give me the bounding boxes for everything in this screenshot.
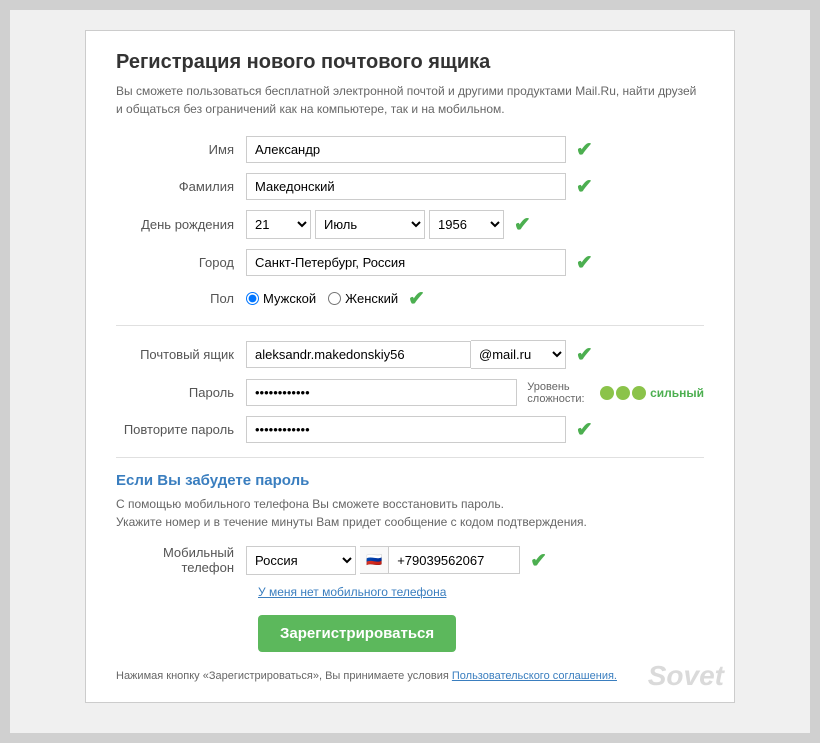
divider-1: [116, 325, 704, 326]
gender-options: Мужской Женский: [246, 291, 398, 306]
gender-male-option[interactable]: Мужской: [246, 291, 316, 306]
mobile-check-icon: ✔: [530, 548, 547, 573]
dob-label: День рождения: [116, 217, 246, 232]
password-repeat-check-icon: ✔: [576, 417, 593, 442]
surname-label: Фамилия: [116, 179, 246, 194]
city-label: Город: [116, 255, 246, 270]
password-repeat-label: Повторите пароль: [116, 422, 246, 437]
surname-check-icon: ✔: [576, 174, 593, 199]
email-label: Почтовый ящик: [116, 347, 246, 362]
name-input[interactable]: [246, 136, 566, 163]
recovery-title: Если Вы забудете пароль: [116, 472, 704, 489]
gender-female-radio[interactable]: [328, 292, 341, 305]
page-subtitle: Вы сможете пользоваться бесплатной элект…: [116, 82, 704, 118]
complexity-icon-3: [632, 386, 646, 400]
form-container: Регистрация нового почтового ящика Вы см…: [85, 30, 735, 703]
register-button[interactable]: Зарегистрироваться: [258, 615, 456, 652]
page-wrapper: Регистрация нового почтового ящика Вы см…: [10, 10, 810, 733]
gender-label: Пол: [116, 291, 246, 306]
gender-row: Пол Мужской Женский ✔: [116, 286, 704, 311]
email-domain-select[interactable]: @mail.ru @bk.ru @inbox.ru @list.ru: [471, 340, 566, 369]
complexity-icon-2: [616, 386, 630, 400]
dob-month-select[interactable]: Июль: [315, 210, 425, 239]
gender-male-label: Мужской: [263, 291, 316, 306]
dob-year-select[interactable]: 1956: [429, 210, 504, 239]
email-check-icon: ✔: [576, 342, 593, 367]
mobile-number-input[interactable]: [389, 548, 519, 573]
mobile-label: Мобильный телефон: [116, 545, 246, 575]
mobile-number-group: 🇷🇺: [360, 546, 520, 574]
city-check-icon: ✔: [576, 250, 593, 275]
password-input[interactable]: [246, 379, 517, 406]
divider-2: [116, 457, 704, 458]
password-repeat-row: Повторите пароль ✔: [116, 416, 704, 443]
city-input[interactable]: [246, 249, 566, 276]
complexity-label: Уровень сложности:: [527, 381, 596, 405]
recovery-desc: С помощью мобильного телефона Вы сможете…: [116, 495, 704, 531]
complexity-strength-label: сильный: [650, 386, 704, 400]
complexity-icons: [600, 386, 646, 400]
surname-row: Фамилия ✔: [116, 173, 704, 200]
surname-input[interactable]: [246, 173, 566, 200]
email-input-group: @mail.ru @bk.ru @inbox.ru @list.ru: [246, 340, 566, 369]
page-title: Регистрация нового почтового ящика: [116, 51, 704, 74]
name-check-icon: ✔: [576, 137, 593, 162]
no-phone-link[interactable]: У меня нет мобильного телефона: [258, 585, 704, 599]
mobile-flag-prefix: 🇷🇺: [360, 547, 389, 573]
dob-check-icon: ✔: [514, 212, 531, 237]
dob-day-select[interactable]: 21: [246, 210, 311, 239]
mobile-input-group: Россия 🇷🇺: [246, 546, 520, 575]
mobile-flag-icon: 🇷🇺: [366, 552, 382, 568]
password-row: Пароль Уровень сложности: сильный: [116, 379, 704, 406]
mobile-row: Мобильный телефон Россия 🇷🇺 ✔: [116, 545, 704, 575]
mobile-country-select[interactable]: Россия: [246, 546, 356, 575]
gender-check-icon: ✔: [408, 286, 425, 311]
terms-prefix: Нажимая кнопку «Зарегистрироваться», Вы …: [116, 670, 449, 682]
name-label: Имя: [116, 142, 246, 157]
complexity-icon-1: [600, 386, 614, 400]
password-label: Пароль: [116, 385, 246, 400]
gender-female-option[interactable]: Женский: [328, 291, 398, 306]
dob-inputs: 21 Июль 1956: [246, 210, 504, 239]
email-row: Почтовый ящик @mail.ru @bk.ru @inbox.ru …: [116, 340, 704, 369]
password-repeat-input[interactable]: [246, 416, 566, 443]
name-row: Имя ✔: [116, 136, 704, 163]
dob-row: День рождения 21 Июль 1956 ✔: [116, 210, 704, 239]
terms-text: Нажимая кнопку «Зарегистрироваться», Вы …: [116, 666, 704, 682]
gender-female-label: Женский: [345, 291, 398, 306]
city-row: Город ✔: [116, 249, 704, 276]
terms-link[interactable]: Пользовательского соглашения.: [452, 670, 617, 682]
password-complexity: Уровень сложности: сильный: [527, 381, 704, 405]
gender-male-radio[interactable]: [246, 292, 259, 305]
email-input[interactable]: [246, 341, 471, 368]
watermark: Sovet: [648, 660, 724, 692]
